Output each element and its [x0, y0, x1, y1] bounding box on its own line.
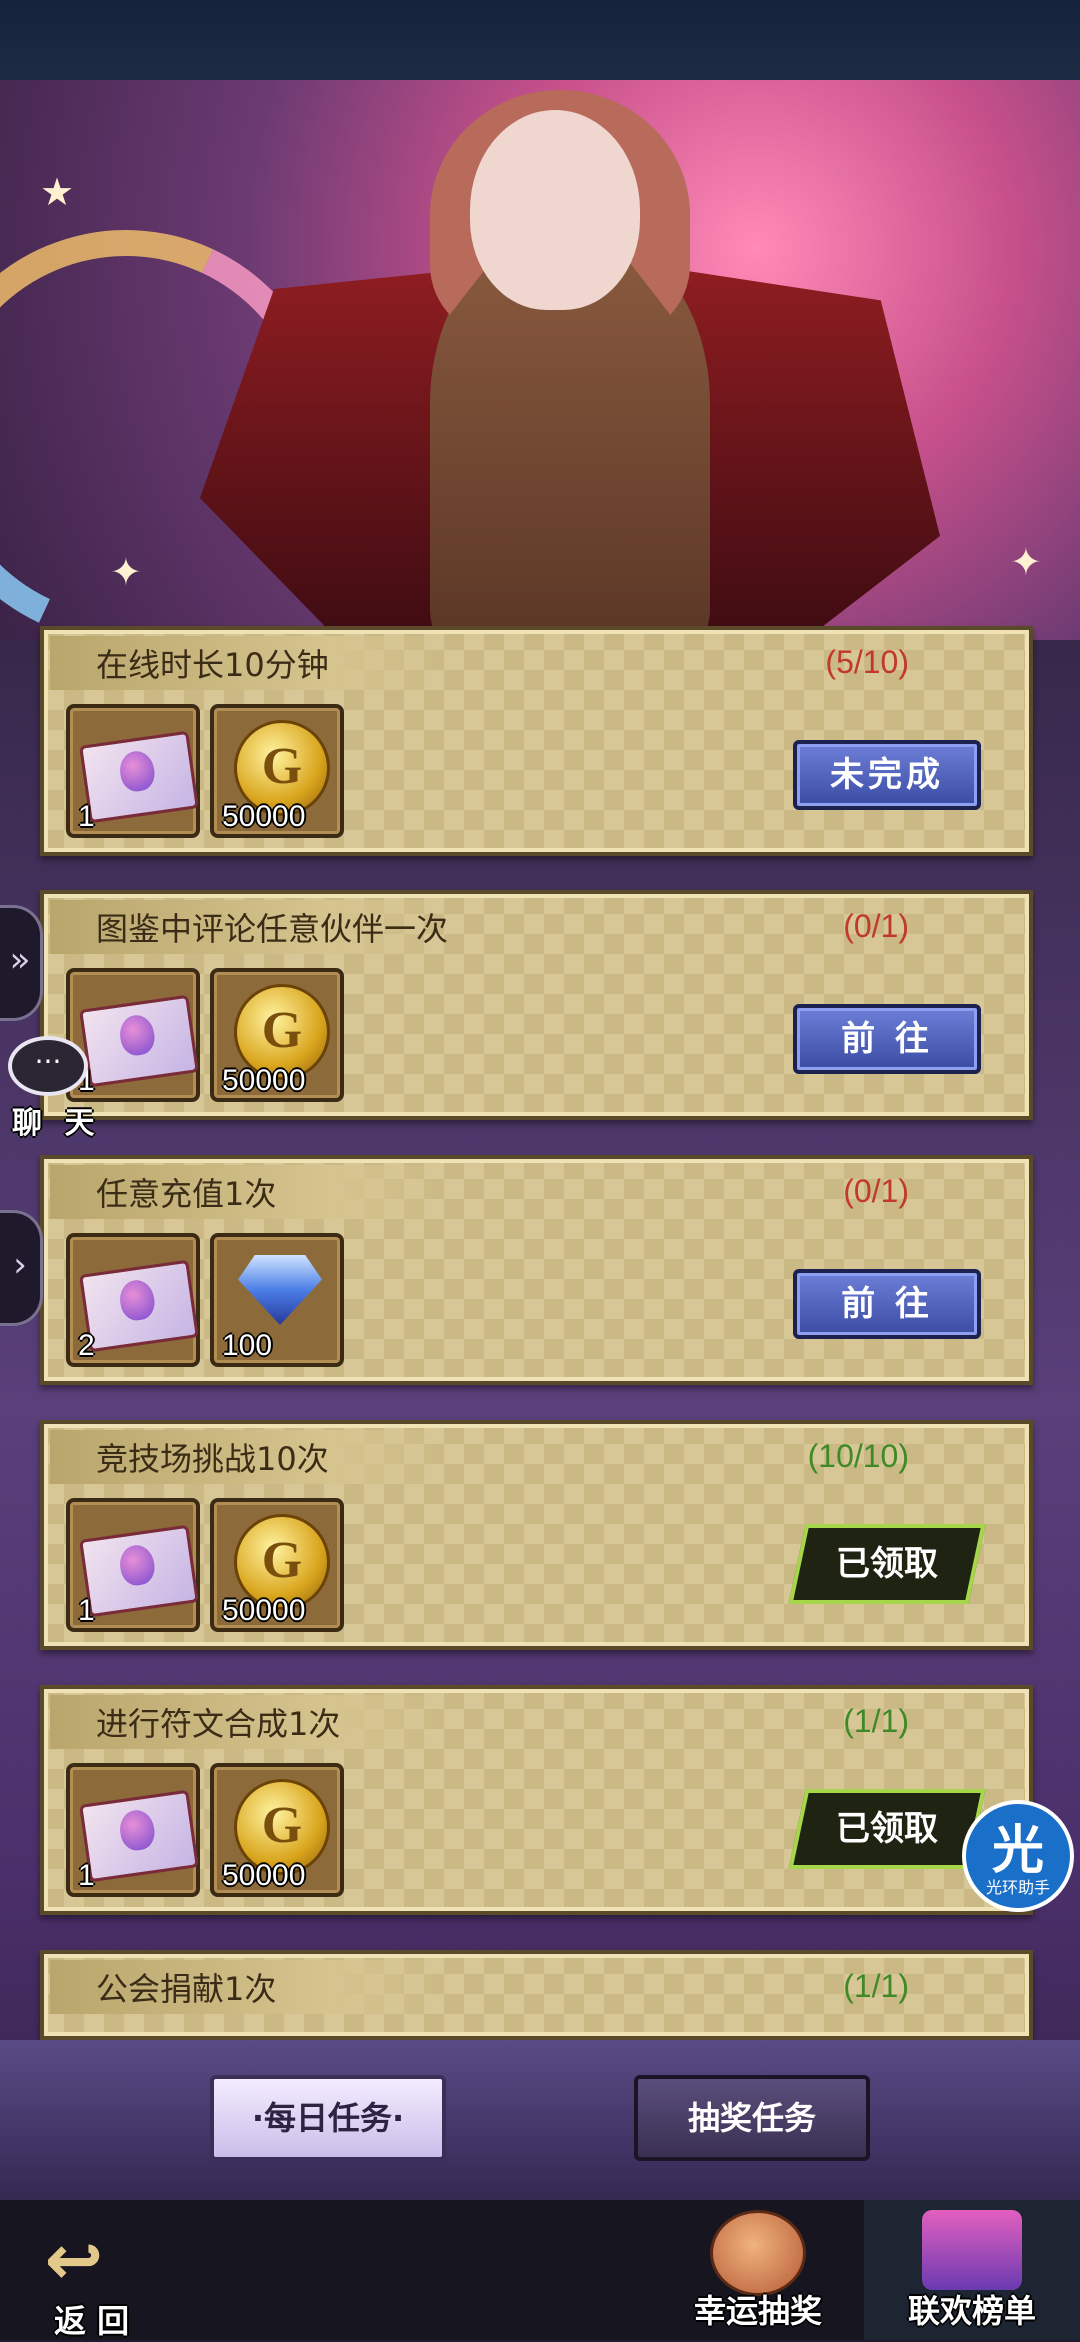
double-chevron-right-icon: »	[9, 940, 31, 980]
reward-count: 50000	[222, 800, 306, 833]
character-illustration	[180, 90, 960, 640]
incomplete-button[interactable]: 未完成	[793, 740, 981, 810]
reward-slot[interactable]: 1	[66, 1498, 200, 1632]
claimed-stamp: 已领取	[788, 1789, 986, 1869]
chevron-right-icon: ›	[13, 1245, 27, 1285]
lucky-draw-icon[interactable]	[710, 2210, 806, 2296]
reward-count: 1	[78, 800, 95, 833]
reward-count: 50000	[222, 1594, 306, 1627]
task-title: 进行符文合成1次	[96, 1705, 341, 1743]
reward-slot[interactable]: 100	[210, 1233, 344, 1367]
task-title: 公会捐献1次	[96, 1970, 277, 2008]
star-icon: ★	[40, 170, 75, 214]
chat-bubble-icon: ···	[8, 1036, 88, 1096]
task-card: 在线时长10分钟 (5/10) 1 50000 未完成	[40, 626, 1033, 856]
reward-count: 1	[78, 1859, 95, 1892]
task-card: 图鉴中评论任意伙伴一次 (0/1) 1 50000 前 往	[40, 890, 1033, 1120]
hero-banner: ★ ✦ ✦	[0, 80, 1080, 640]
expand-side-tab[interactable]: »	[0, 905, 43, 1021]
ranking-label[interactable]: 联欢榜单	[908, 2286, 1036, 2332]
reward-slot[interactable]: 1	[66, 704, 200, 838]
task-card: 任意充值1次 (0/1) 2 100 前 往	[40, 1155, 1033, 1385]
gift-bag-icon[interactable]	[922, 2210, 1022, 2290]
task-card: 公会捐献1次 (1/1)	[40, 1950, 1033, 2040]
back-arrow-icon: ↩	[44, 2219, 104, 2301]
tab-daily-tasks[interactable]: ·每日任务·	[210, 2075, 446, 2161]
go-button[interactable]: 前 往	[793, 1269, 981, 1339]
chat-label[interactable]: 聊 天	[12, 1098, 100, 1142]
top-bar	[0, 0, 1080, 80]
task-card: 竞技场挑战10次 (10/10) 1 50000 已领取	[40, 1420, 1033, 1650]
reward-slot[interactable]: 50000	[210, 1498, 344, 1632]
task-progress: (0/1)	[843, 908, 909, 944]
reward-count: 2	[78, 1329, 95, 1362]
reward-slot[interactable]: 50000	[210, 704, 344, 838]
reward-count: 100	[222, 1329, 273, 1362]
diamond-icon	[238, 1255, 322, 1325]
reward-count: 50000	[222, 1064, 306, 1097]
task-title: 在线时长10分钟	[96, 646, 329, 684]
helper-float-button[interactable]: 光 光环助手	[962, 1800, 1074, 1912]
sparkle-icon: ✦	[1010, 540, 1042, 584]
tab-lottery-tasks[interactable]: 抽奖任务	[634, 2075, 870, 2161]
sparkle-icon: ✦	[110, 550, 142, 594]
helper-label: 光环助手	[985, 1878, 1050, 1897]
claimed-stamp: 已领取	[788, 1524, 986, 1604]
task-progress: (1/1)	[843, 1703, 909, 1739]
expand-panel-tab[interactable]: ›	[0, 1210, 43, 1326]
task-progress: (5/10)	[825, 644, 909, 680]
task-title: 图鉴中评论任意伙伴一次	[96, 910, 449, 948]
ticket-icon	[79, 730, 199, 824]
task-card: 进行符文合成1次 (1/1) 1 50000 已领取	[40, 1685, 1033, 1915]
reward-slot[interactable]: 1	[66, 1763, 200, 1897]
task-title: 任意充值1次	[96, 1175, 277, 1213]
reward-slot[interactable]: 2	[66, 1233, 200, 1367]
task-progress: (1/1)	[843, 1968, 909, 2004]
reward-slot[interactable]: 50000	[210, 968, 344, 1102]
reward-slot[interactable]: 50000	[210, 1763, 344, 1897]
go-button[interactable]: 前 往	[793, 1004, 981, 1074]
helper-icon: 光	[991, 1821, 1044, 1881]
ticket-icon	[79, 1259, 199, 1353]
ticket-icon	[79, 994, 199, 1088]
reward-count: 1	[78, 1594, 95, 1627]
lucky-draw-label[interactable]: 幸运抽奖	[694, 2286, 822, 2332]
chat-button[interactable]: ···	[8, 1036, 94, 1106]
task-title: 竞技场挑战10次	[96, 1440, 329, 1478]
ticket-icon	[79, 1789, 199, 1883]
task-progress: (0/1)	[843, 1173, 909, 1209]
back-label[interactable]: 返 回	[54, 2296, 129, 2342]
reward-count: 50000	[222, 1859, 306, 1892]
task-progress: (10/10)	[807, 1438, 909, 1474]
ticket-icon	[79, 1524, 199, 1618]
